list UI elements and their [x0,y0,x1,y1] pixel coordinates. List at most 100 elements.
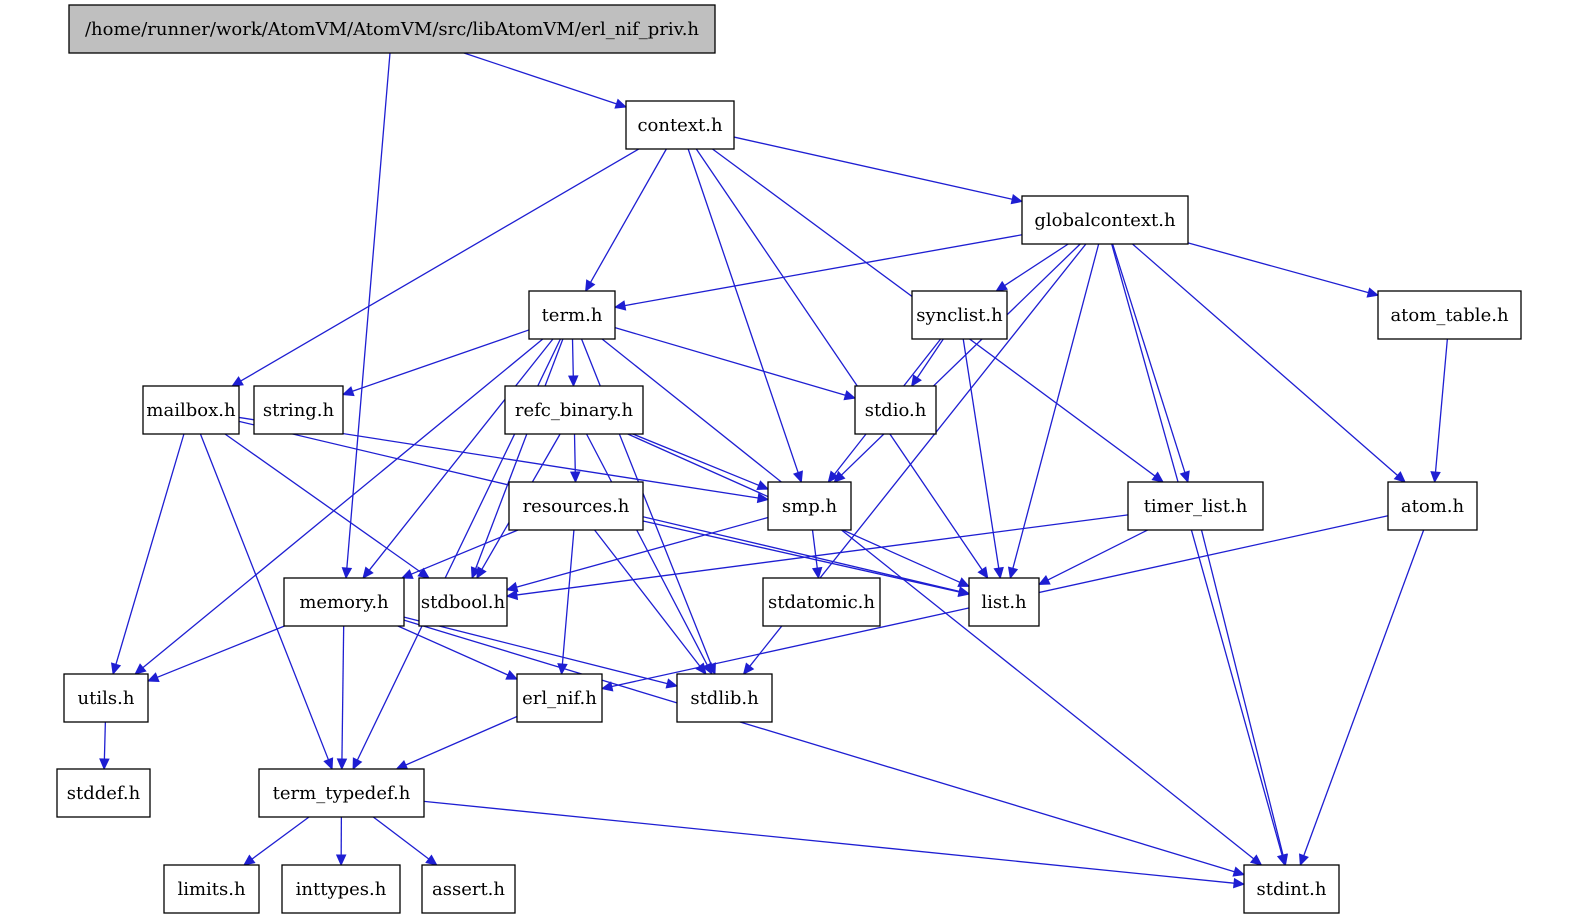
node-utils[interactable]: utils.h [63,673,149,723]
node-label: string.h [263,400,335,421]
edge-line [372,816,430,860]
node-inttypes[interactable]: inttypes.h [281,864,401,914]
node-label: utils.h [78,688,135,709]
edge-term-to-stdbool [470,338,564,580]
edge-mailbox-to-utils [110,433,185,676]
arrowhead-icon [570,471,581,484]
edge-line [240,148,640,382]
node-label: globalcontext.h [1034,210,1176,231]
node-timer-list[interactable]: timer_list.h [1127,481,1264,531]
arrowhead-icon [400,569,414,579]
arrowhead-icon [336,758,348,771]
node-smp[interactable]: smp.h [767,481,852,531]
edge-root-to-memory [341,52,391,580]
node-term[interactable]: term.h [528,290,616,340]
edge-line [687,148,799,473]
edge-line [1012,243,1100,569]
node-limits[interactable]: limits.h [163,864,260,914]
arrowhead-icon [243,854,256,866]
edge-context-to-mailbox [231,148,640,387]
edge-term-to-stdio [614,327,857,401]
node-label: assert.h [432,879,505,900]
edge-line [585,433,708,666]
node-stdbool[interactable]: stdbool.h [418,577,508,627]
node-context[interactable]: context.h [625,100,735,150]
edge-memory-to-utils [146,625,285,683]
edge-erl_nif-to-term_typedef [395,715,518,770]
node-assert[interactable]: assert.h [421,864,516,914]
node-resources[interactable]: resources.h [508,481,644,531]
edge-line [841,243,1081,476]
node-label: /home/runner/work/AtomVM/AtomVM/src/libA… [85,19,699,40]
edges-layer [99,52,1449,889]
node-stddef[interactable]: stddef.h [56,768,151,818]
node-synclist[interactable]: synclist.h [911,290,1008,340]
arrowhead-icon [1010,194,1024,205]
edge-line [1111,243,1283,856]
node-label: term_typedef.h [273,783,411,804]
node-label: atom.h [1401,496,1465,517]
arrowhead-icon [505,589,519,601]
edge-line [1187,242,1369,294]
edge-utils-to-stddef [99,721,110,771]
node-stdio[interactable]: stdio.h [854,385,937,435]
edge-line [405,715,518,766]
edge-context-to-globalcontext [733,136,1024,205]
arrowhead-icon [756,480,770,491]
edge-line [403,619,1235,873]
node-mailbox[interactable]: mailbox.h [142,385,240,435]
node-list[interactable]: list.h [968,577,1040,627]
node-label: refc_binary.h [515,400,634,421]
edge-line [352,329,530,392]
edge-line [224,433,422,573]
node-label: stdio.h [865,400,927,421]
edge-context-to-smp [687,148,803,484]
arrowhead-icon [323,757,334,771]
edge-globalcontext-to-synclist [995,243,1069,292]
edge-refc_binary-to-stdlib [585,433,713,676]
node-stdint[interactable]: stdint.h [1243,864,1340,914]
edge-term-to-refc_binary [568,338,579,388]
edge-line [251,816,310,860]
edge-memory-to-term_typedef [336,625,348,771]
edge-context-to-term [585,148,667,293]
node-atom[interactable]: atom.h [1387,481,1478,531]
arrowhead-icon [1151,471,1165,483]
node-string[interactable]: string.h [253,385,344,435]
arrowhead-icon [362,566,374,579]
node-label: synclist.h [916,305,1003,326]
arrowhead-icon [792,470,803,484]
edge-globalcontext-to-smp [833,243,1081,483]
node-label: list.h [981,592,1027,613]
arrowhead-icon [476,566,487,580]
edge-line [916,338,944,379]
arrowhead-icon [1232,866,1246,877]
arrowhead-icon [1037,575,1051,586]
node-stdatomic[interactable]: stdatomic.h [762,577,881,627]
edge-smp-to-stdatomic [811,529,823,580]
arrowhead-icon [910,374,922,388]
node-label: stdbool.h [421,592,506,613]
node-refc-binary[interactable]: refc_binary.h [504,385,644,435]
node-erl-nif[interactable]: erl_nif.h [516,673,603,723]
node-stdlib[interactable]: stdlib.h [676,673,773,723]
edge-timer_list-to-stdint [1200,529,1289,867]
arrowhead-icon [1249,854,1263,866]
root-node: /home/runner/work/AtomVM/AtomVM/src/libA… [68,4,716,54]
node-memory[interactable]: memory.h [283,577,405,627]
node-globalcontext[interactable]: globalcontext.h [1021,195,1189,245]
edge-resources-to-memory [400,529,519,579]
edge-atom-to-stdint [1299,529,1425,867]
arrowhead-icon [993,566,1004,580]
node-atom-table[interactable]: atom_table.h [1377,290,1522,340]
node-label: smp.h [782,496,838,517]
edge-term-to-string [341,329,530,397]
arrowhead-icon [1430,471,1441,484]
edge-root-to-context [463,52,628,109]
edge-refc_binary-to-resources [570,433,581,484]
node-label: stddef.h [67,783,141,804]
arrowhead-icon [395,759,409,770]
node-label: atom_table.h [1390,305,1508,326]
edge-line [103,721,107,760]
node-term-typedef[interactable]: term_typedef.h [258,768,425,818]
